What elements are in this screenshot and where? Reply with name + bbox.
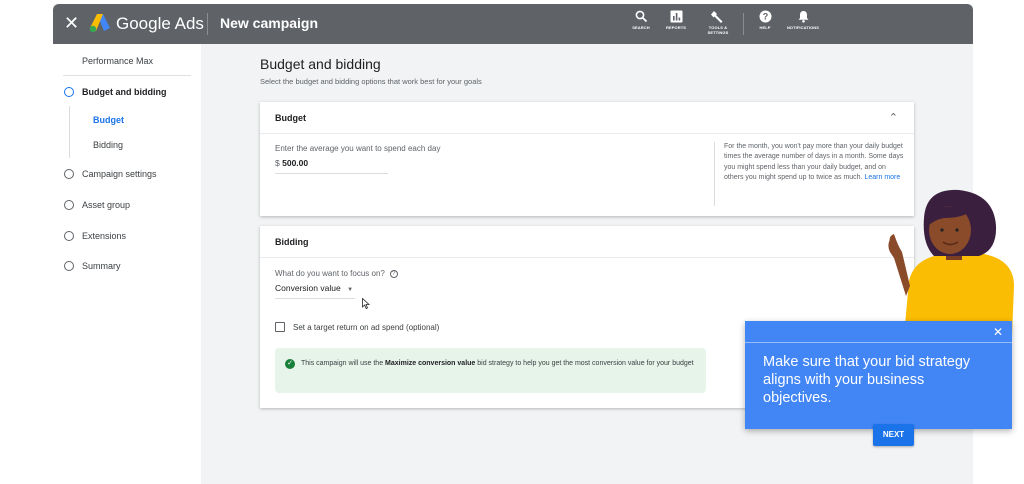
reports-icon <box>670 10 682 23</box>
reports-label: REPORTS <box>665 25 687 30</box>
focus-question-text: What do you want to focus on? <box>275 269 385 278</box>
notifications-button[interactable]: NOTIFICATIONS <box>783 10 823 40</box>
sidebar-item-campaign-settings[interactable]: Campaign settings <box>64 167 157 181</box>
sidebar-item-label: Campaign settings <box>82 169 157 179</box>
brand-name: Google Ads <box>116 14 204 33</box>
bidding-heading: Bidding <box>275 237 309 247</box>
sidebar-item-label: Asset group <box>82 200 131 210</box>
budget-side-note: For the month, you won't pay more than y… <box>714 142 904 206</box>
currency-symbol: $ <box>275 158 280 168</box>
budget-heading: Budget <box>275 113 306 123</box>
divider <box>63 75 191 76</box>
sidebar: Performance Max Budget and bidding Budge… <box>53 44 201 484</box>
sidebar-subitem-budget[interactable]: Budget <box>93 115 124 125</box>
radio-icon <box>64 169 74 179</box>
radio-icon <box>64 200 74 210</box>
page-title: New campaign <box>220 15 319 31</box>
sidebar-item-label: Budget and bidding <box>82 87 167 97</box>
budget-card: Budget ⌃ Enter the average you want to s… <box>260 102 914 216</box>
info-text: This campaign will use the Maximize conv… <box>301 358 696 370</box>
divider <box>207 13 208 35</box>
radio-icon <box>64 87 74 97</box>
tooltip-message: Make sure that your bid strategy aligns … <box>763 354 971 406</box>
google-ads-logo <box>89 14 110 33</box>
guide-illustration <box>888 189 1014 336</box>
svg-text:?: ? <box>762 12 768 22</box>
section-title: Budget and bidding <box>260 56 381 72</box>
info-text-pre: This campaign will use the <box>301 360 384 367</box>
sidebar-item-label: Extensions <box>82 231 127 241</box>
sidebar-item-label: Summary <box>82 261 121 271</box>
help-circle-icon[interactable]: ? <box>389 269 398 278</box>
tools-button[interactable]: TOOLS & SETTINGS <box>701 10 735 40</box>
bell-icon <box>798 11 808 23</box>
checkbox-icon[interactable] <box>275 322 285 332</box>
search-label: SEARCH <box>632 25 650 30</box>
wrench-icon <box>710 11 722 23</box>
radio-icon <box>64 261 74 271</box>
sidebar-item-summary[interactable]: Summary <box>64 259 121 273</box>
focus-dropdown-value: Conversion value <box>275 283 341 293</box>
close-icon[interactable]: ✕ <box>993 325 1003 339</box>
daily-budget-input[interactable]: $ 500.00 <box>275 158 388 174</box>
sidebar-item-asset-group[interactable]: Asset group <box>64 198 130 212</box>
campaign-type-label: Performance Max <box>82 56 154 66</box>
checkbox-label: Set a target return on ad spend (optiona… <box>293 322 440 332</box>
section-subtitle: Select the budget and bidding options th… <box>260 77 482 86</box>
divider <box>745 342 1012 343</box>
sidebar-item-extensions[interactable]: Extensions <box>64 229 126 243</box>
divider <box>743 13 744 35</box>
help-icon: ? <box>759 10 771 23</box>
info-text-post: bid strategy to help you get the most co… <box>477 360 694 367</box>
notifications-label: NOTIFICATIONS <box>786 25 820 30</box>
close-icon[interactable]: ✕ <box>64 14 79 32</box>
budget-card-header[interactable]: Budget ⌃ <box>260 102 914 134</box>
onboarding-tooltip: ✕ Make sure that your bid strategy align… <box>745 321 1012 429</box>
focus-question: What do you want to focus on? ? <box>275 269 398 278</box>
radio-icon <box>64 231 74 241</box>
sidebar-subitem-bidding[interactable]: Bidding <box>93 140 123 150</box>
info-banner: ✓ This campaign will use the Maximize co… <box>275 348 706 393</box>
check-circle-icon: ✓ <box>285 359 295 369</box>
top-bar: ✕ Google Ads New campaign SEARCH REPORTS <box>53 4 973 44</box>
info-strategy-name: Maximize conversion value <box>385 360 476 367</box>
tools-label: TOOLS & SETTINGS <box>707 25 729 35</box>
reports-button[interactable]: REPORTS <box>662 10 690 40</box>
chevron-up-icon[interactable]: ⌃ <box>889 111 898 124</box>
next-button[interactable]: NEXT <box>873 424 914 446</box>
help-button[interactable]: ? HELP <box>753 10 777 40</box>
sub-step-line <box>69 106 70 158</box>
search-button[interactable]: SEARCH <box>629 10 653 40</box>
search-icon <box>635 10 647 23</box>
budget-value: 500.00 <box>282 158 309 168</box>
learn-more-link[interactable]: Learn more <box>864 174 900 181</box>
bidding-card-header[interactable]: Bidding ⌃ <box>260 226 914 258</box>
budget-field-label: Enter the average you want to spend each… <box>275 144 441 153</box>
mouse-cursor-icon <box>362 298 370 309</box>
target-roas-checkbox[interactable]: Set a target return on ad spend (optiona… <box>275 322 439 332</box>
help-label: HELP <box>759 25 771 30</box>
sidebar-item-budget-and-bidding[interactable]: Budget and bidding <box>64 85 167 99</box>
dropdown-arrow-icon: ▼ <box>347 287 354 293</box>
focus-dropdown[interactable]: Conversion value ▼ <box>275 283 355 299</box>
